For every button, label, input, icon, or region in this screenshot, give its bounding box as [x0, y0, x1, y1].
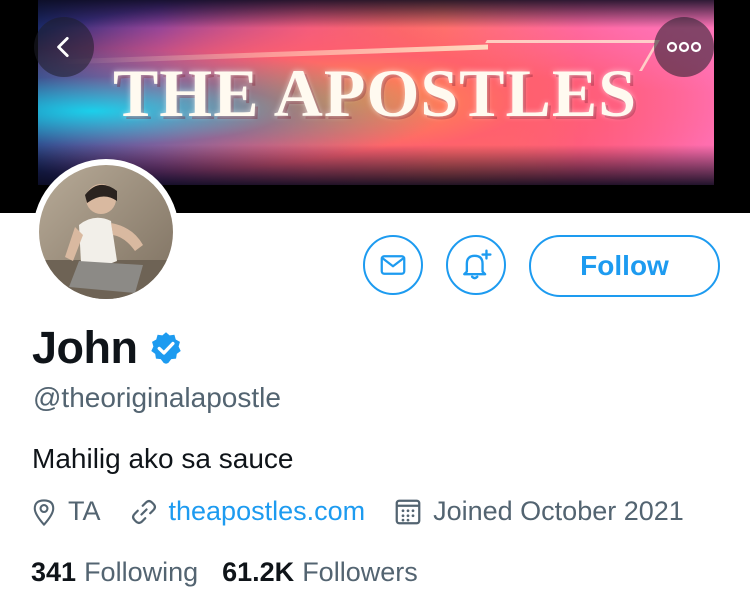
- bio-text: Mahilig ako sa sauce: [32, 443, 294, 474]
- display-name: John: [32, 322, 138, 373]
- location-text: TA: [68, 496, 101, 526]
- verified-badge-icon: [150, 332, 181, 364]
- avatar: [39, 165, 173, 299]
- followers-label: Followers: [302, 557, 418, 587]
- message-button[interactable]: [363, 235, 423, 295]
- user-handle: @theoriginalapostle: [33, 382, 281, 413]
- notifications-button[interactable]: [446, 235, 506, 295]
- back-button[interactable]: [34, 17, 94, 77]
- following-label: Following: [84, 557, 199, 587]
- follow-button[interactable]: Follow: [529, 235, 720, 297]
- avatar-button[interactable]: [33, 159, 179, 305]
- website-link[interactable]: theapostles.com: [169, 496, 366, 527]
- following-stat[interactable]: 341 Following: [31, 557, 198, 588]
- profile-meta: TA theapostles.com Joined October 2021: [30, 496, 712, 527]
- mail-icon: [380, 255, 406, 275]
- link-icon: [131, 499, 156, 524]
- avatar-photo: [39, 165, 173, 299]
- followers-stat[interactable]: 61.2K Followers: [222, 557, 418, 588]
- join-date-text: Joined October 2021: [433, 496, 684, 526]
- calendar-icon: [395, 499, 421, 524]
- location-pin-icon: [33, 498, 55, 526]
- website[interactable]: theapostles.com: [129, 496, 366, 527]
- location: TA: [30, 496, 101, 527]
- follow-stats: 341 Following 61.2K Followers: [31, 557, 442, 588]
- more-horizontal-icon: [666, 41, 702, 53]
- join-date: Joined October 2021: [393, 496, 684, 527]
- banner-title: THE APOSTLES: [112, 55, 638, 131]
- following-count: 341: [31, 557, 77, 587]
- more-options-button[interactable]: [654, 17, 714, 77]
- name-row: John: [32, 322, 184, 374]
- followers-count: 61.2K: [222, 557, 295, 587]
- chevron-left-icon: [57, 36, 69, 58]
- bell-plus-icon: [463, 249, 492, 280]
